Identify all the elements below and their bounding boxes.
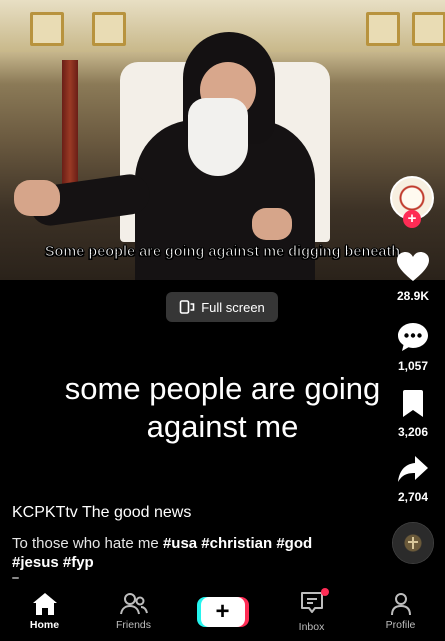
share-button[interactable]: 2,704	[383, 455, 443, 504]
heart-icon[interactable]	[396, 252, 430, 282]
icon-frame	[30, 12, 64, 46]
nav-profile-label: Profile	[385, 619, 416, 631]
share-count: 2,704	[397, 490, 429, 504]
nav-inbox-label: Inbox	[298, 620, 325, 633]
inbox-icon	[300, 591, 323, 613]
speaker-hand	[14, 180, 60, 216]
overlay-text: some people are going against me	[64, 371, 381, 444]
description-text: To those who hate me	[12, 535, 163, 552]
video-progress-bar[interactable]	[12, 577, 19, 579]
nav-home[interactable]: Home	[0, 582, 89, 641]
like-button[interactable]: 28.9K	[383, 252, 443, 303]
fullscreen-label: Full screen	[201, 299, 265, 315]
icon-frame	[92, 12, 126, 46]
bottom-nav: Home Friends + Inbox Profile	[0, 582, 445, 641]
cross-icon	[408, 537, 418, 549]
speaker-beard	[188, 98, 248, 176]
author-name[interactable]: KCPKTtv The good news	[12, 504, 191, 522]
comment-button[interactable]: 1,057	[383, 322, 443, 373]
post-description[interactable]: To those who hate me #usa #christian #go…	[12, 534, 352, 572]
icon-frame	[412, 12, 445, 46]
nav-friends[interactable]: Friends	[89, 582, 178, 641]
follow-plus-icon[interactable]: +	[403, 210, 421, 228]
nav-inbox[interactable]: Inbox	[267, 582, 356, 641]
friends-icon	[119, 593, 148, 615]
fullscreen-button[interactable]: Full screen	[166, 292, 278, 322]
creator-avatar[interactable]: +	[390, 176, 434, 232]
create-icon[interactable]: +	[200, 596, 245, 627]
speaker-hand	[252, 208, 292, 240]
nav-profile[interactable]: Profile	[356, 582, 445, 641]
video-player[interactable]: Some people are going against me digging…	[0, 0, 445, 280]
icon-frame	[366, 12, 400, 46]
comment-icon[interactable]	[397, 322, 429, 352]
fullscreen-icon	[179, 300, 195, 314]
profile-icon	[390, 593, 411, 616]
inbox-icon-wrap	[300, 587, 329, 618]
video-caption: Some people are going against me digging…	[44, 244, 401, 261]
nav-create[interactable]: +	[178, 582, 267, 641]
nav-friends-label: Friends	[115, 619, 151, 631]
home-icon	[32, 593, 57, 615]
nav-home-label: Home	[29, 619, 60, 631]
notification-dot	[320, 587, 329, 596]
share-arrow-icon[interactable]	[397, 455, 429, 483]
like-count: 28.9K	[396, 289, 430, 303]
music-disc[interactable]	[392, 522, 434, 564]
